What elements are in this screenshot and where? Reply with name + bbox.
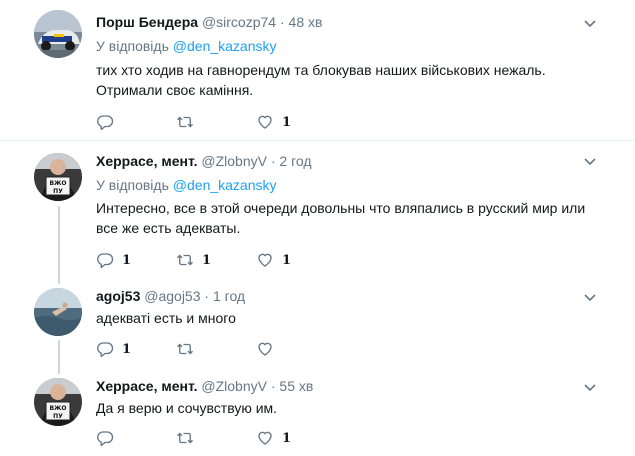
display-name[interactable]: agoj53 xyxy=(96,288,140,304)
chevron-down-icon[interactable] xyxy=(583,16,597,30)
like-icon xyxy=(256,429,274,447)
reply-icon xyxy=(96,113,114,131)
display-name[interactable]: Херрасе, мент. xyxy=(96,153,197,169)
tweet-text: адекваті есть и много xyxy=(96,310,236,326)
tweet-header: Херрасе, мент. @ZlobnyV · 55 хв xyxy=(96,377,313,395)
like-count: 1 xyxy=(282,252,292,268)
reply-button[interactable] xyxy=(96,429,176,447)
tweet-header: Порш Бендера @sircozp74 · 48 хв xyxy=(96,13,322,31)
user-handle[interactable]: @ZlobnyV xyxy=(201,153,267,169)
retweet-button[interactable]: 1 xyxy=(176,251,256,269)
like-icon xyxy=(256,113,274,131)
timestamp[interactable]: 48 хв xyxy=(289,14,323,30)
mention-link[interactable]: @den_kazansky xyxy=(173,38,277,54)
mention-link[interactable]: @den_kazansky xyxy=(173,177,277,193)
reply-prefix: У відповідь xyxy=(96,177,169,193)
reply-icon xyxy=(96,340,114,358)
user-handle[interactable]: @agoj53 xyxy=(144,288,200,304)
reply-prefix: У відповідь xyxy=(96,38,169,54)
reply-count: 1 xyxy=(122,341,132,357)
user-handle[interactable]: @sircozp74 xyxy=(202,14,276,30)
retweet-icon xyxy=(176,113,194,131)
reply-button[interactable]: 1 xyxy=(96,251,176,269)
separator-dot: · xyxy=(270,153,276,169)
retweet-icon xyxy=(176,340,194,358)
retweet-icon xyxy=(176,429,194,447)
tweet[interactable]: ВЖО ПУ Херрасе, мент. @ZlobnyV · 55 хв Д… xyxy=(0,366,635,456)
tweet[interactable]: agoj53 @agoj53 · 1 год адекваті есть и м… xyxy=(0,276,635,366)
reply-count: 1 xyxy=(122,252,132,268)
separator-dot: · xyxy=(279,14,285,30)
tweet[interactable]: Порш Бендера @sircozp74 · 48 хв У відпов… xyxy=(0,0,635,140)
retweet-button[interactable] xyxy=(176,340,256,358)
retweet-count: 1 xyxy=(202,252,212,268)
avatar[interactable]: ВЖО ПУ xyxy=(34,378,82,426)
retweet-button[interactable] xyxy=(176,113,256,131)
like-button[interactable]: 1 xyxy=(256,113,336,131)
reply-context: У відповідь @den_kazansky xyxy=(96,37,277,55)
svg-text:ВЖО: ВЖО xyxy=(49,180,66,187)
separator-dot: · xyxy=(270,378,276,394)
like-button[interactable]: 1 xyxy=(256,429,336,447)
tweet[interactable]: ВЖО ПУ Херрасе, мент. @ZlobnyV · 2 год У… xyxy=(0,141,635,276)
tweet-header: Херрасе, мент. @ZlobnyV · 2 год xyxy=(96,152,312,170)
retweet-button[interactable] xyxy=(176,429,256,447)
like-button[interactable] xyxy=(256,340,336,358)
separator-dot: · xyxy=(204,288,210,304)
tweet-actions: 1 xyxy=(96,113,336,131)
timestamp[interactable]: 2 год xyxy=(279,153,311,169)
tweet-text: Интересно, все в этой очереди довольны ч… xyxy=(96,200,586,236)
tweet-text: тих хто ходив на гавнорендум та блокував… xyxy=(96,62,546,98)
tweet-actions: 1 xyxy=(96,429,336,447)
display-name[interactable]: Порш Бендера xyxy=(96,14,198,30)
like-icon xyxy=(256,251,274,269)
avatar[interactable]: ВЖО ПУ xyxy=(34,153,82,201)
chevron-down-icon[interactable] xyxy=(583,380,597,394)
chevron-down-icon[interactable] xyxy=(583,154,597,168)
svg-text:ПУ: ПУ xyxy=(53,188,63,195)
display-name[interactable]: Херрасе, мент. xyxy=(96,378,197,394)
retweet-icon xyxy=(176,251,194,269)
reply-context: У відповідь @den_kazansky xyxy=(96,176,277,194)
reply-icon xyxy=(96,251,114,269)
reply-button[interactable]: 1 xyxy=(96,340,176,358)
timestamp[interactable]: 1 год xyxy=(213,288,245,304)
like-icon xyxy=(256,340,274,358)
reply-button[interactable] xyxy=(96,113,176,131)
svg-text:ВЖО: ВЖО xyxy=(49,405,66,412)
tweet-header: agoj53 @agoj53 · 1 год xyxy=(96,287,245,305)
avatar[interactable] xyxy=(34,288,82,336)
avatar[interactable] xyxy=(34,10,82,58)
chevron-down-icon[interactable] xyxy=(583,290,597,304)
reply-icon xyxy=(96,429,114,447)
tweet-text: Да я верю и сочувствую им. xyxy=(96,400,278,416)
user-handle[interactable]: @ZlobnyV xyxy=(201,378,267,394)
svg-text:ПУ: ПУ xyxy=(53,413,63,420)
tweet-actions: 1 xyxy=(96,340,336,358)
timestamp[interactable]: 55 хв xyxy=(279,378,313,394)
like-count: 1 xyxy=(282,114,292,130)
like-count: 1 xyxy=(282,430,292,446)
like-button[interactable]: 1 xyxy=(256,251,336,269)
tweet-actions: 1 1 1 xyxy=(96,251,336,269)
